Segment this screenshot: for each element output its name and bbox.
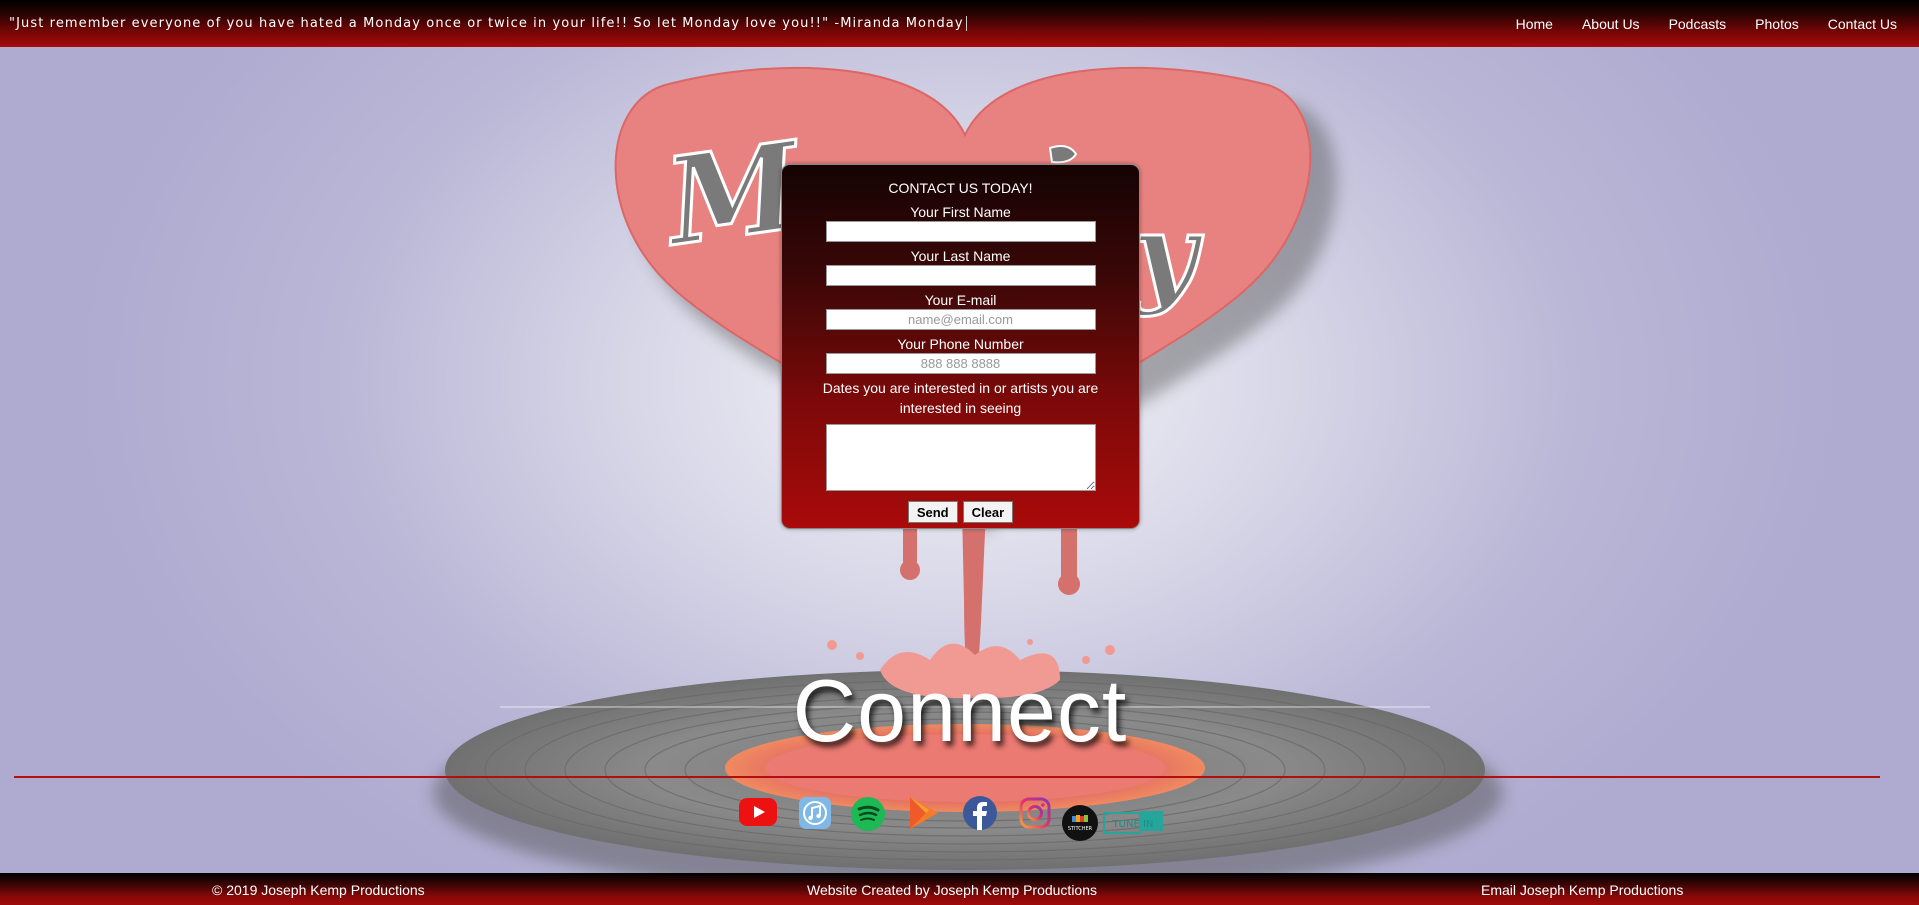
dates-label: Dates you are interested in or artists y… <box>822 380 1099 416</box>
main-nav: Home About Us Podcasts Photos Contact Us <box>1516 16 1897 32</box>
nav-home[interactable]: Home <box>1516 16 1553 32</box>
spotify-icon[interactable] <box>851 797 885 831</box>
tunein-label: TUNE IN <box>1112 819 1154 830</box>
last-name-field[interactable] <box>825 265 1096 286</box>
divider-line <box>14 776 1880 778</box>
header-quote: "Just remember everyone of you have hate… <box>9 16 967 31</box>
facebook-icon[interactable] <box>963 796 997 830</box>
phone-label: Your Phone Number <box>897 336 1024 352</box>
email-field[interactable] <box>825 309 1096 330</box>
stitcher-label: STITCHER <box>1068 826 1093 832</box>
footer-credit: Website Created by Joseph Kemp Productio… <box>807 882 1098 898</box>
nav-about-us[interactable]: About Us <box>1582 16 1640 32</box>
footer-email-link[interactable]: Email Joseph Kemp Productions <box>1481 882 1683 898</box>
first-name-field[interactable] <box>825 221 1096 242</box>
nav-contact-us[interactable]: Contact Us <box>1828 16 1897 32</box>
google-play-icon[interactable] <box>906 795 942 831</box>
dates-textarea[interactable] <box>825 424 1096 491</box>
contact-form: CONTACT US TODAY! Your First Name Your L… <box>781 164 1140 529</box>
send-button[interactable]: Send <box>907 501 958 523</box>
instagram-icon[interactable] <box>1019 797 1051 829</box>
footer-copyright: © 2019 Joseph Kemp Productions <box>212 882 425 898</box>
clear-button[interactable]: Clear <box>962 501 1014 523</box>
social-links: STITCHER TUNE IN <box>0 792 1919 841</box>
form-title: CONTACT US TODAY! <box>888 180 1033 196</box>
footer-bar: © 2019 Joseph Kemp Productions Website C… <box>0 873 1919 905</box>
nav-podcasts[interactable]: Podcasts <box>1669 16 1727 32</box>
phone-field[interactable] <box>825 353 1096 374</box>
last-name-label: Your Last Name <box>910 248 1011 264</box>
header-bar: "Just remember everyone of you have hate… <box>0 0 1919 47</box>
first-name-label: Your First Name <box>910 204 1011 220</box>
connect-heading: Connect <box>792 661 1128 760</box>
itunes-icon[interactable] <box>799 797 831 829</box>
email-label: Your E-mail <box>924 292 997 308</box>
youtube-icon[interactable] <box>739 798 777 826</box>
stitcher-icon[interactable]: STITCHER <box>1062 805 1098 841</box>
form-buttons: Send Clear <box>782 501 1139 523</box>
nav-photos[interactable]: Photos <box>1755 16 1799 32</box>
tunein-icon[interactable]: TUNE IN <box>1103 810 1165 836</box>
